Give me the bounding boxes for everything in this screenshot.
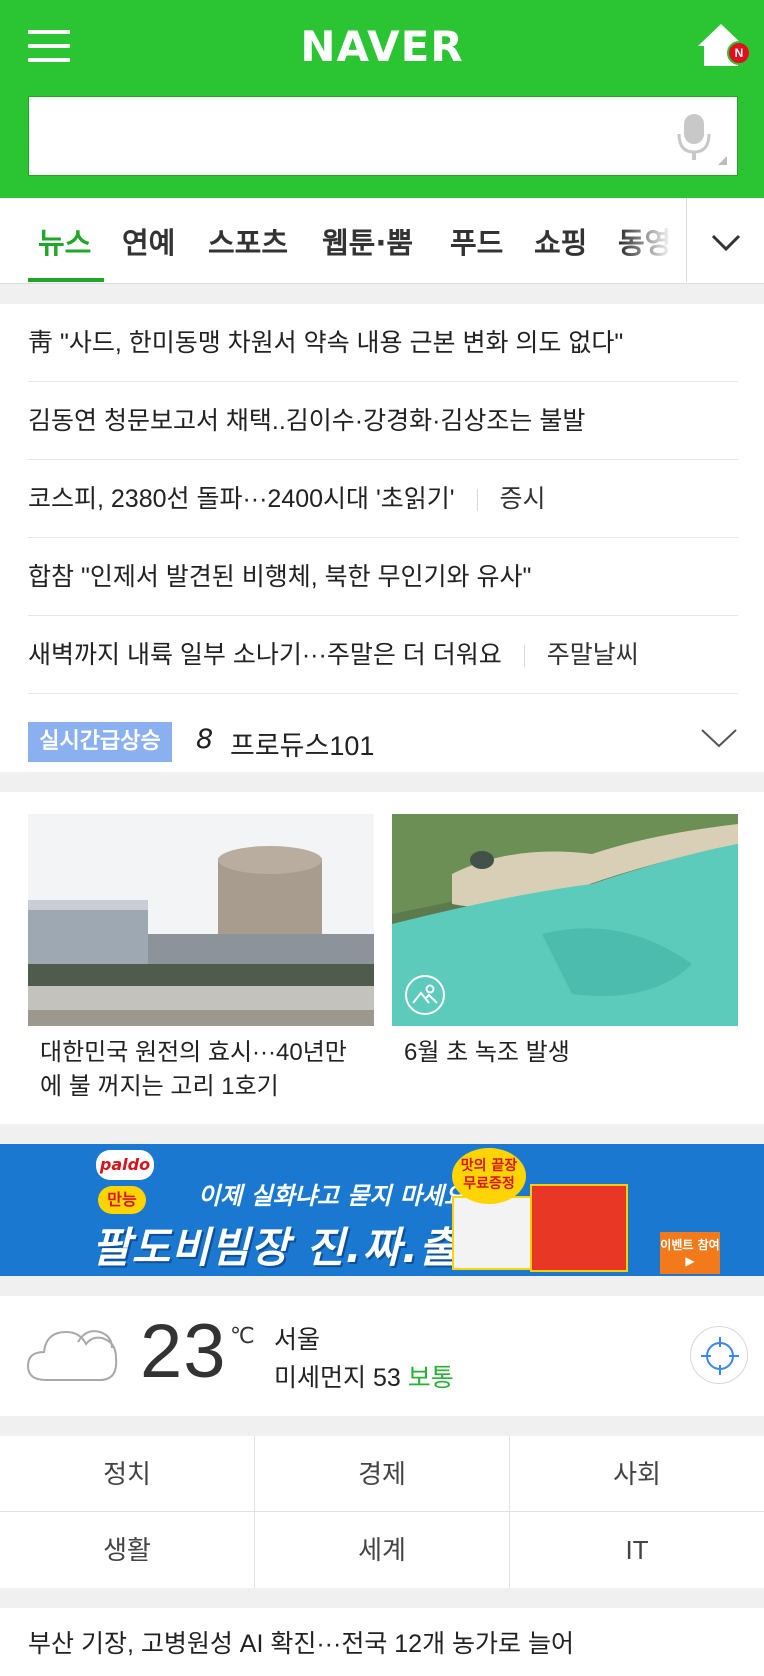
news-list: 부산 기장, 고병원성 AI 확진···전국 12개 농가로 늘어 [0, 1608, 764, 1676]
category-world[interactable]: 세계 [255, 1512, 510, 1588]
ad-banner[interactable]: paldo 만능 이제 실화냐고 묻지 마세요 팔도비빔장 진.짜.출.시!! … [0, 1144, 764, 1276]
section-tabs: 뉴스 연예 스포츠 웹툰·뿜 푸드 쇼핑 동영 [0, 198, 764, 284]
photo-news: 대한민국 원전의 효시···40년만 에 불 꺼지는 고리 1호기 6월 초 녹… [0, 792, 764, 1124]
weather-widget[interactable]: 23 ℃ 서울 미세먼지 53 보통 [0, 1296, 764, 1416]
search-input[interactable] [41, 109, 661, 165]
divider [476, 489, 478, 512]
ad-copy: 이제 실화냐고 묻지 마세요 [198, 1182, 466, 1210]
photo-card[interactable]: 대한민국 원전의 효시···40년만 에 불 꺼지는 고리 1호기 [28, 814, 374, 1104]
product-sauce-image [530, 1184, 628, 1272]
category-society[interactable]: 사회 [510, 1436, 764, 1512]
realtime-trending[interactable]: 실시간급상승 8 프로듀스101 [28, 712, 738, 772]
temperature: 23 [140, 1309, 227, 1394]
chevron-down-icon[interactable] [700, 726, 738, 750]
header: NAVER N [0, 0, 764, 198]
headline-title: 새벽까지 내륙 일부 소나기···주말은 더 더워요 [28, 641, 502, 669]
cloud-icon [26, 1330, 118, 1381]
photo-caption: 대한민국 원전의 효시···40년만 [40, 1039, 347, 1066]
headline-title: 합참 "인제서 발견된 비행체, 북한 무인기와 유사" [28, 563, 532, 591]
headline-item[interactable]: 새벽까지 내륙 일부 소나기···주말은 더 더워요 주말날씨 [28, 616, 738, 694]
search-box[interactable] [28, 96, 738, 176]
category-life[interactable]: 생활 [0, 1512, 255, 1588]
trending-term[interactable]: 프로듀스101 [230, 724, 374, 763]
ad-event-button[interactable]: 이벤트 참여 ▶ [660, 1232, 720, 1274]
headline-item[interactable]: 합참 "인제서 발견된 비행체, 북한 무인기와 유사" [28, 538, 738, 616]
category-it[interactable]: IT [510, 1512, 764, 1588]
notification-badge: N [727, 41, 751, 65]
active-tab-indicator [28, 278, 104, 282]
tab-food[interactable]: 푸드 [450, 220, 503, 262]
headline-tag[interactable]: 증시 [500, 485, 546, 513]
tab-fade [620, 198, 686, 282]
headline-tag[interactable]: 주말날씨 [547, 641, 639, 669]
photo-card[interactable]: 6월 초 녹조 발생 [392, 814, 738, 1070]
photo-caption: 6월 초 녹조 발생 [404, 1039, 570, 1066]
tab-news[interactable]: 뉴스 [38, 220, 91, 262]
news-item[interactable]: 부산 기장, 고병원성 AI 확진···전국 12개 농가로 늘어 [28, 1624, 574, 1660]
divider [523, 645, 525, 668]
tabs-more-button[interactable] [686, 198, 764, 282]
ad-brand-logo: paldo [96, 1150, 154, 1180]
temperature-unit: ℃ [230, 1324, 255, 1349]
headline-item[interactable]: 코스피, 2380선 돌파···2400시대 '초읽기' 증시 [28, 460, 738, 538]
realtime-badge: 실시간급상승 [28, 722, 172, 762]
chevron-down-icon [711, 234, 741, 252]
location-button[interactable] [690, 1326, 748, 1384]
headline-item[interactable]: 靑 "사드, 한미동맹 차원서 약속 내용 근본 변화 의도 없다" [28, 304, 738, 382]
ad-tag: 만능 [98, 1186, 146, 1214]
algae-river-photo [392, 814, 738, 1026]
tab-sports[interactable]: 스포츠 [208, 220, 288, 262]
headline-list: 靑 "사드, 한미동맹 차원서 약속 내용 근본 변화 의도 없다" 김동연 청… [0, 304, 764, 772]
fine-dust-info: 미세먼지 53 보통 [274, 1358, 454, 1394]
dust-label: 미세먼지 53 [274, 1364, 401, 1392]
search-options-indicator [718, 156, 727, 165]
category-politics[interactable]: 정치 [0, 1436, 255, 1512]
nuclear-plant-photo [28, 814, 374, 1026]
photo-caption-line2: 에 불 꺼지는 고리 1호기 [40, 1073, 279, 1100]
weather-city: 서울 [274, 1326, 321, 1354]
category-grid: 정치 경제 사회 생활 세계 IT [0, 1436, 764, 1588]
category-economy[interactable]: 경제 [255, 1436, 510, 1512]
naver-logo[interactable]: NAVER [0, 22, 764, 71]
headline-title: 靑 "사드, 한미동맹 차원서 약속 내용 근본 변화 의도 없다" [28, 329, 624, 357]
microphone-icon[interactable] [676, 112, 712, 164]
tab-entertainment[interactable]: 연예 [122, 220, 175, 262]
gallery-icon [405, 975, 445, 1015]
crosshair-icon [701, 1337, 739, 1375]
dust-status: 보통 [407, 1364, 454, 1392]
tab-shopping[interactable]: 쇼핑 [534, 220, 587, 262]
headline-item[interactable]: 김동연 청문보고서 채택..김이수·강경화·김상조는 불발 [28, 382, 738, 460]
headline-title: 코스피, 2380선 돌파···2400시대 '초읽기' [28, 485, 455, 513]
ad-free-gift-badge: 맛의 끝장 무료증정 [452, 1148, 526, 1204]
tab-webtoon[interactable]: 웹툰·뿜 [322, 220, 413, 262]
trending-rank: 8 [196, 724, 214, 755]
headline-title: 김동연 청문보고서 채택..김이수·강경화·김상조는 불발 [28, 407, 586, 435]
